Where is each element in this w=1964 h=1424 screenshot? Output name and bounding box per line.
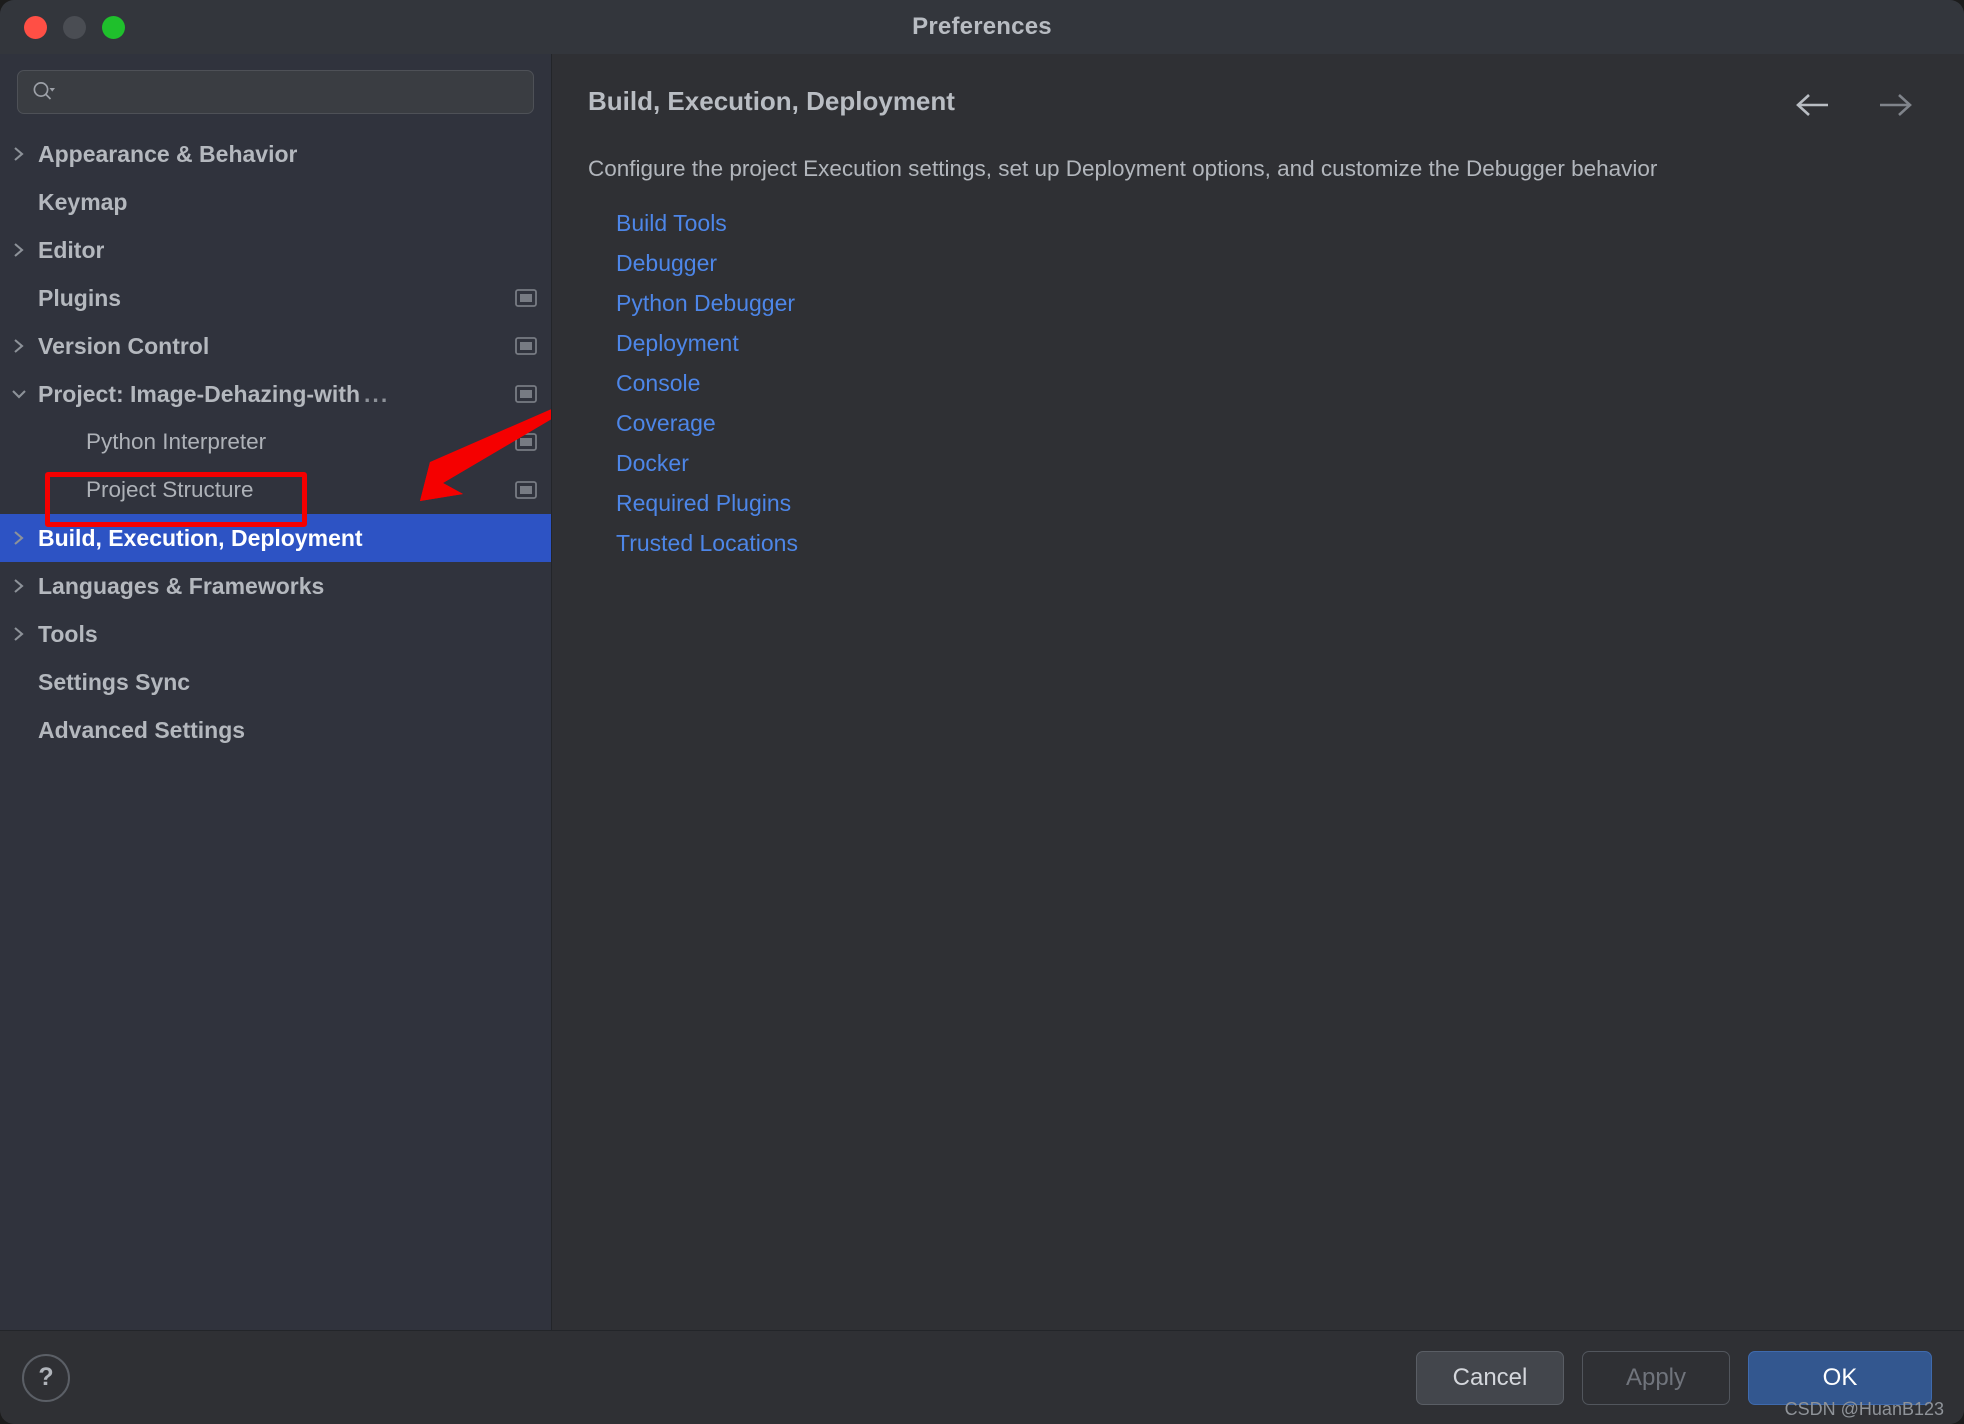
sidebar-item-settings-sync[interactable]: Settings Sync	[0, 658, 551, 706]
main-panel: Build, Execution, Deployment Configure t…	[552, 54, 1964, 1330]
sidebar-item-label: Appearance & Behavior	[38, 140, 298, 167]
search-icon	[30, 79, 56, 105]
navigation-arrows	[1792, 86, 1916, 118]
sidebar-item-label: Version Control	[38, 332, 210, 359]
chevron-right-icon[interactable]	[0, 528, 38, 548]
page-title: Build, Execution, Deployment	[588, 86, 955, 116]
sidebar-item-keymap[interactable]: Keymap	[0, 178, 551, 226]
window-title: Preferences	[912, 13, 1052, 40]
sidebar-item-tools[interactable]: Tools	[0, 610, 551, 658]
sidebar-item-version-control[interactable]: Version Control	[0, 322, 551, 370]
sidebar-item-label: Settings Sync	[38, 668, 191, 695]
cancel-button[interactable]: Cancel	[1416, 1350, 1564, 1405]
traffic-light-controls	[0, 15, 125, 39]
chevron-right-icon[interactable]	[0, 240, 38, 260]
section-link-coverage[interactable]: Coverage	[616, 403, 716, 443]
sidebar-item-project-structure[interactable]: Project Structure	[0, 466, 551, 514]
sidebar-item-appearance-behavior[interactable]: Appearance & Behavior	[0, 130, 551, 178]
sidebar-item-label: Python Interpreter	[86, 429, 267, 454]
sidebar-item-label: Tools	[38, 620, 98, 647]
sidebar-item-languages-frameworks[interactable]: Languages & Frameworks	[0, 562, 551, 610]
settings-tree: Appearance & Behavior Keymap Editor Plugins…	[0, 130, 551, 754]
sidebar-item-label: Languages & Frameworks	[38, 572, 325, 599]
back-arrow-icon[interactable]	[1792, 92, 1834, 118]
sidebar-item-python-interpreter[interactable]: Python Interpreter	[0, 418, 551, 466]
section-link-docker[interactable]: Docker	[616, 443, 689, 483]
sidebar-item-project-image-dehazing-with[interactable]: Project: Image-Dehazing-with...	[0, 370, 551, 418]
screen-icon	[515, 289, 537, 307]
settings-sidebar: Appearance & Behavior Keymap Editor Plugins…	[0, 54, 552, 1330]
section-link-python-debugger[interactable]: Python Debugger	[616, 283, 795, 323]
forward-arrow-icon[interactable]	[1874, 92, 1916, 118]
apply-button[interactable]: Apply	[1582, 1350, 1730, 1405]
search-input[interactable]	[64, 81, 521, 103]
screen-icon	[515, 433, 537, 451]
zoom-window-button[interactable]	[102, 15, 125, 39]
chevron-right-icon[interactable]	[0, 144, 38, 164]
chevron-down-icon[interactable]	[0, 386, 38, 402]
main-header: Build, Execution, Deployment	[552, 54, 1964, 118]
section-link-required-plugins[interactable]: Required Plugins	[616, 483, 791, 523]
sidebar-item-label: Plugins	[38, 284, 122, 311]
watermark-text: CSDN @HuanB123	[1784, 1399, 1944, 1419]
sidebar-item-editor[interactable]: Editor	[0, 226, 551, 274]
section-link-deployment[interactable]: Deployment	[616, 323, 739, 363]
section-link-console[interactable]: Console	[616, 363, 700, 403]
dialog-footer: ? Cancel Apply OK CSDN @HuanB123	[0, 1330, 1964, 1424]
chevron-right-icon[interactable]	[0, 336, 38, 356]
search-area	[0, 54, 551, 114]
screen-icon	[515, 385, 537, 403]
section-link-build-tools[interactable]: Build Tools	[616, 203, 727, 243]
screen-icon	[515, 481, 537, 499]
sidebar-item-label: Project Structure	[86, 477, 254, 502]
sidebar-item-label: Build, Execution, Deployment	[38, 524, 363, 551]
sidebar-item-advanced-settings[interactable]: Advanced Settings	[0, 706, 551, 754]
minimize-window-button[interactable]	[63, 15, 86, 39]
sidebar-item-label: Editor	[38, 236, 105, 263]
section-link-list: Build Tools Debugger Python Debugger Deploy…	[552, 183, 1964, 563]
sidebar-item-plugins[interactable]: Plugins	[0, 274, 551, 322]
dialog-body: Appearance & Behavior Keymap Editor Plugins…	[0, 54, 1964, 1330]
close-window-button[interactable]	[24, 15, 47, 39]
chevron-right-icon[interactable]	[0, 624, 38, 644]
chevron-right-icon[interactable]	[0, 576, 38, 596]
title-bar: Preferences	[0, 0, 1964, 54]
truncation-ellipsis: ...	[364, 380, 390, 407]
sidebar-item-label: Advanced Settings	[38, 716, 246, 743]
section-link-trusted-locations[interactable]: Trusted Locations	[616, 523, 798, 563]
screen-icon	[515, 337, 537, 355]
sidebar-item-build-execution-deployment[interactable]: Build, Execution, Deployment	[0, 514, 551, 562]
help-button[interactable]: ?	[22, 1353, 70, 1402]
preferences-window: Preferences Appearance & Behavior Keymap…	[0, 0, 1964, 1424]
section-link-debugger[interactable]: Debugger	[616, 243, 717, 283]
ok-button[interactable]: OK	[1748, 1350, 1932, 1405]
page-description: Configure the project Execution settings…	[588, 156, 1658, 181]
sidebar-item-label: Keymap	[38, 188, 128, 215]
sidebar-item-label: Project: Image-Dehazing-with	[38, 380, 361, 407]
search-box[interactable]	[17, 70, 534, 114]
